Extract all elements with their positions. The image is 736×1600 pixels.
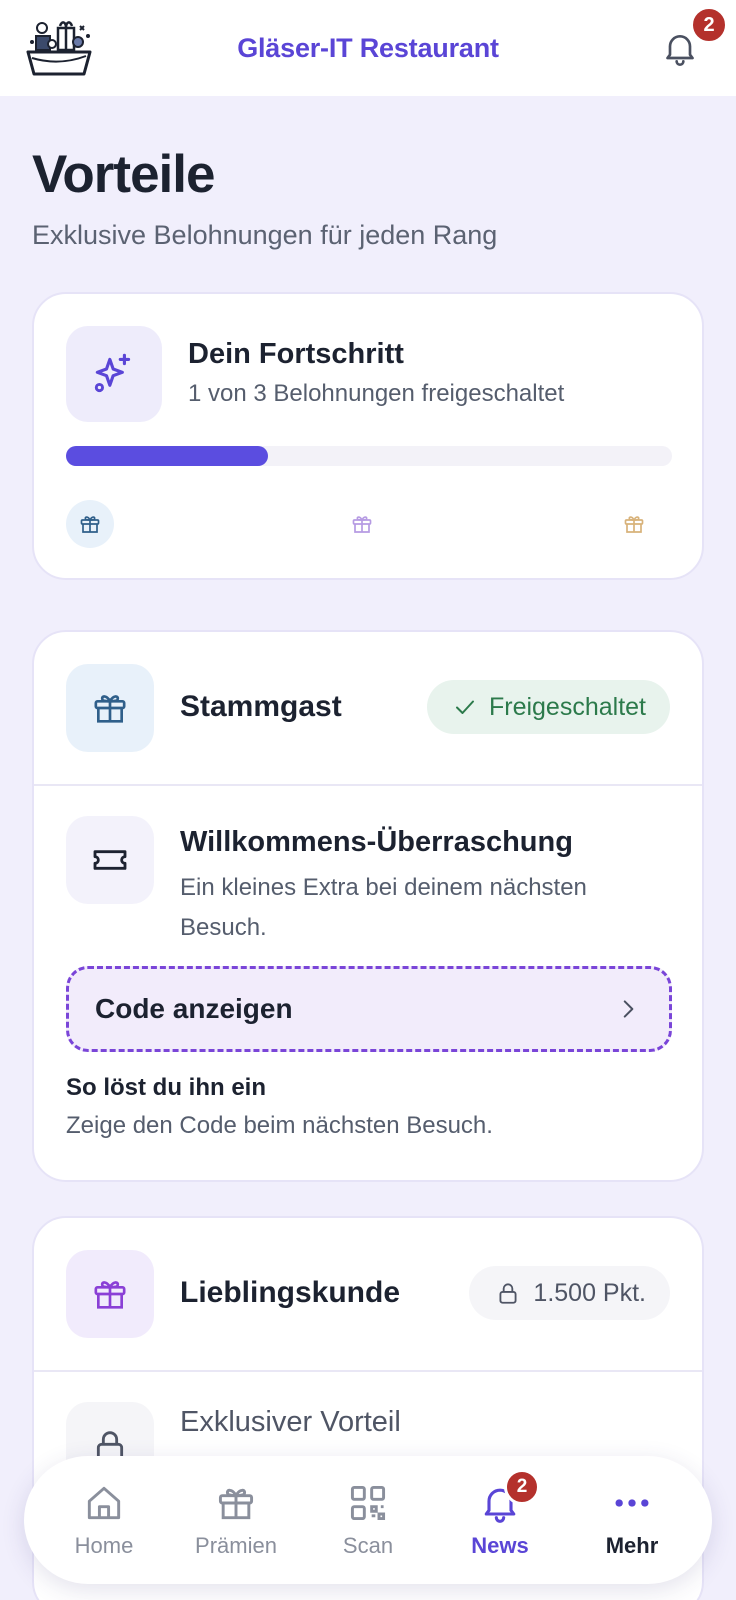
news-badge: 2 — [504, 1469, 540, 1505]
progress-bar — [66, 446, 672, 466]
nav-praemien[interactable]: Prämien — [176, 1465, 296, 1575]
app-header: Gläser-IT Restaurant 2 — [0, 0, 736, 96]
tier-name: Lieblingskunde — [180, 1276, 401, 1309]
nav-label: Mehr — [605, 1533, 659, 1558]
status-label: Freigeschaltet — [488, 692, 646, 721]
points-required: 1.500 Pkt. — [533, 1278, 646, 1307]
ticket-icon — [66, 816, 154, 904]
divider — [34, 1370, 702, 1372]
show-code-button[interactable]: Code anzeigen — [66, 966, 672, 1052]
reward-description: Ein kleines Extra bei deinem nächsten Be… — [180, 874, 587, 941]
tier-card-stammgast: Stammgast Freigeschaltet Willkommens-Übe… — [32, 630, 704, 1182]
bell-icon: 2 — [478, 1469, 540, 1525]
nav-scan[interactable]: Scan — [308, 1465, 428, 1575]
status-badge-locked: 1.500 Pkt. — [469, 1266, 670, 1320]
home-icon — [82, 1481, 126, 1525]
gift-icon — [66, 664, 154, 752]
nav-label: Scan — [342, 1533, 394, 1558]
nav-label: Prämien — [195, 1533, 277, 1558]
milestone-1-gift-icon — [66, 500, 114, 548]
progress-subtitle: 1 von 3 Belohnungen freigeschaltet — [188, 380, 565, 407]
nav-label: News — [471, 1533, 529, 1558]
progress-bar-fill — [66, 446, 268, 466]
reward-title: Willkommens-Überraschung — [180, 826, 573, 858]
check-icon — [455, 700, 474, 714]
notifications-button[interactable]: 2 — [660, 6, 728, 68]
progress-card: Dein Fortschritt 1 von 3 Belohnungen fre… — [32, 292, 704, 580]
gift-icon — [214, 1481, 258, 1525]
show-code-label: Code anzeigen — [95, 993, 293, 1024]
divider — [34, 784, 702, 786]
gift-icon — [66, 1250, 154, 1338]
app-screen: Gläser-IT Restaurant 2 Vorteile Exklusiv… — [0, 0, 736, 1600]
reward-title: Exklusiver Vorteil — [180, 1406, 401, 1438]
page-subtitle: Exklusive Belohnungen für jeden Rang — [32, 220, 498, 250]
lock-icon — [499, 1283, 517, 1304]
qr-code-icon — [346, 1481, 390, 1525]
milestone-2-gift-icon — [338, 500, 386, 548]
progress-title: Dein Fortschritt — [188, 338, 404, 370]
redeem-title: So löst du ihn ein — [66, 1074, 266, 1101]
more-icon — [610, 1481, 654, 1525]
app-title: Gläser-IT Restaurant — [237, 32, 499, 63]
sparkles-icon — [66, 326, 162, 422]
tier-name: Stammgast — [180, 690, 342, 723]
nav-home[interactable]: Home — [44, 1465, 164, 1575]
nav-more[interactable]: Mehr — [572, 1465, 692, 1575]
status-badge-unlocked: Freigeschaltet — [426, 680, 670, 734]
redeem-instructions: Zeige den Code beim nächsten Besuch. — [66, 1112, 493, 1139]
milestone-3-gift-icon — [610, 500, 658, 548]
page-title: Vorteile — [32, 145, 215, 204]
nav-label: Home — [74, 1533, 134, 1558]
chevron-right-icon — [623, 1000, 634, 1018]
restaurant-logo[interactable] — [22, 14, 96, 80]
bottom-navigation: Home Prämien Scan 2 News Mehr — [24, 1456, 712, 1584]
nav-news[interactable]: 2 News — [440, 1465, 560, 1575]
notification-badge: 2 — [690, 6, 728, 44]
